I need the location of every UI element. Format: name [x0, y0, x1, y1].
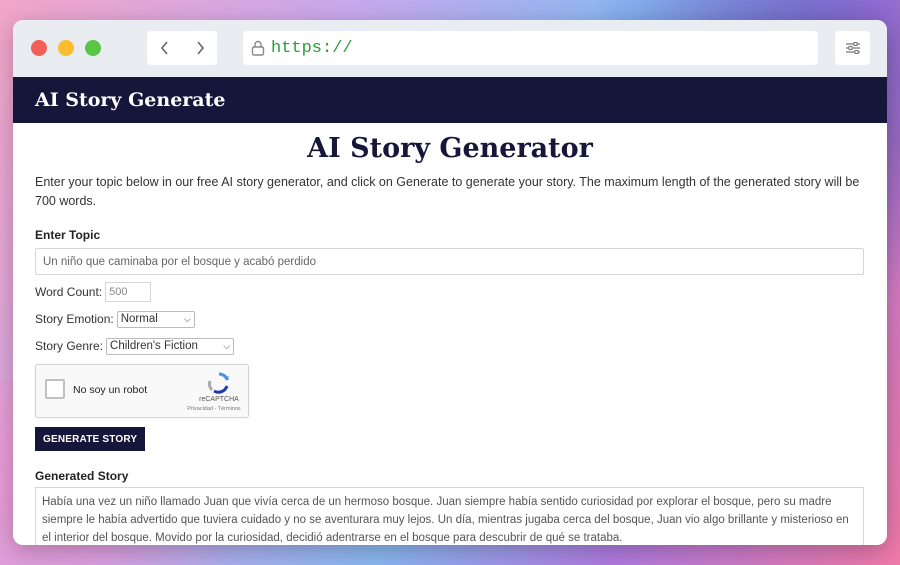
- browser-titlebar: https://: [13, 20, 887, 77]
- back-button[interactable]: [147, 31, 182, 65]
- settings-button[interactable]: [835, 31, 870, 65]
- generated-story-label: Generated Story: [35, 469, 129, 483]
- chevron-down-icon: ⌵: [183, 313, 191, 324]
- word-count-label: Word Count:: [35, 285, 103, 299]
- lock-icon: [251, 40, 265, 56]
- topic-label: Enter Topic: [35, 228, 101, 242]
- address-bar[interactable]: https://: [243, 31, 818, 65]
- emotion-row: Story Emotion: Normal ⌵: [35, 309, 865, 329]
- word-count-input[interactable]: [105, 282, 152, 302]
- recaptcha-label: No soy un robot: [73, 384, 148, 396]
- emotion-select[interactable]: Normal ⌵: [116, 310, 195, 328]
- generated-story-textarea[interactable]: Había una vez un niño llamado Juan que v…: [35, 487, 864, 545]
- site-header: AI Story Generate: [13, 77, 887, 123]
- emotion-select-value: Normal: [120, 313, 158, 325]
- chevron-down-icon: ⌵: [223, 340, 231, 351]
- close-window-button[interactable]: [31, 40, 47, 56]
- emotion-label: Story Emotion:: [35, 312, 114, 326]
- genre-select-value: Children's Fiction: [110, 340, 198, 352]
- generate-story-button[interactable]: GENERATE STORY: [35, 427, 146, 451]
- recaptcha-brand: reCAPTCHA: [199, 396, 239, 403]
- genre-row: Story Genre: Children's Fiction ⌵: [35, 336, 865, 356]
- recaptcha-logo-icon: [208, 372, 229, 394]
- forward-button[interactable]: [182, 31, 217, 65]
- genre-select[interactable]: Children's Fiction ⌵: [106, 337, 235, 355]
- url-text: https://: [271, 38, 353, 58]
- intro-text: Enter your topic below in our free AI st…: [35, 175, 860, 208]
- browser-window: https:// AI Story Generate AI Story Gene…: [13, 20, 887, 545]
- site-title[interactable]: AI Story Generate: [35, 89, 225, 111]
- recaptcha-checkbox[interactable]: [45, 379, 65, 399]
- nav-buttons: [147, 31, 217, 65]
- page-title: AI Story Generator: [307, 133, 593, 164]
- chevron-right-icon: [196, 41, 204, 55]
- word-count-row: Word Count:: [35, 282, 865, 302]
- sliders-icon: [845, 42, 860, 54]
- recaptcha-widget: No soy un robot reCAPTCHA Privacidad - T…: [35, 364, 249, 418]
- genre-label: Story Genre:: [35, 339, 104, 353]
- recaptcha-links[interactable]: Privacidad - Términos: [182, 406, 246, 412]
- topic-input[interactable]: [35, 248, 864, 275]
- minimize-window-button[interactable]: [58, 40, 74, 56]
- chevron-left-icon: [160, 41, 168, 55]
- main-content: AI Story Generator Enter your topic belo…: [13, 131, 887, 545]
- maximize-window-button[interactable]: [85, 40, 101, 56]
